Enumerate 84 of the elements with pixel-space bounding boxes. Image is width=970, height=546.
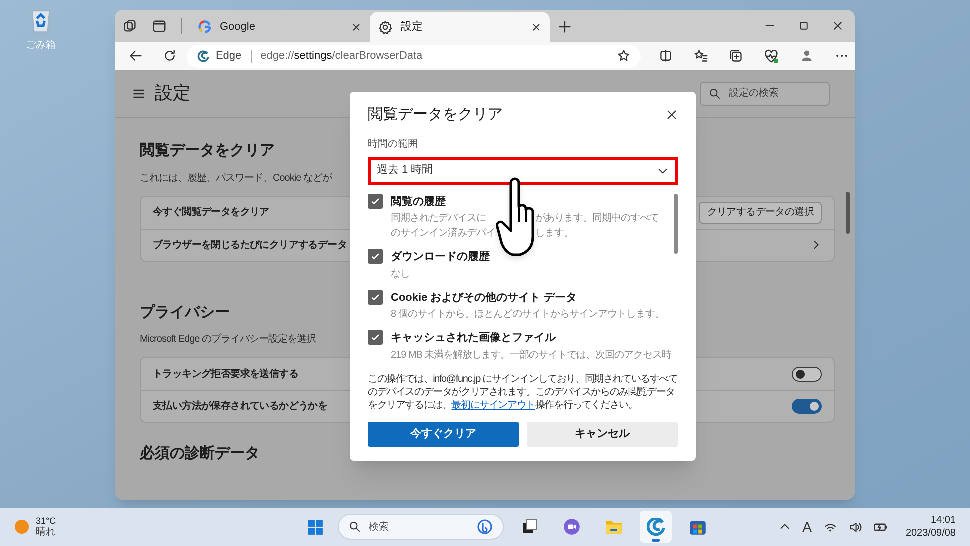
item-description: 219 MB 未満を解放します。一部のサイトでは、次回のアクセス時 xyxy=(391,348,672,362)
maximize-icon[interactable] xyxy=(798,20,810,32)
field-label: 時間の範囲 xyxy=(368,138,418,152)
settings-icon xyxy=(378,20,393,34)
item-description: 8 個のサイトから。ほとんどのサイトからサインアウトします。 xyxy=(391,308,664,322)
temperature: 31°C xyxy=(36,515,56,526)
browser-tab[interactable]: Google xyxy=(190,12,370,42)
dropdown-value: 過去 1 時間 xyxy=(377,163,434,178)
item-description: があります。同期中のすべて xyxy=(536,212,659,226)
item-description: のサインイン済みデバイ xyxy=(391,226,496,241)
checkbox[interactable] xyxy=(368,194,383,208)
section-heading: 閲覧データをクリア xyxy=(140,141,275,161)
address-bar[interactable]: Edge edge://settings/clearBrowserData xyxy=(186,44,641,68)
item-description: 同期されたデバイスに xyxy=(391,212,487,226)
select-data-button[interactable]: クリアするデータの選択 xyxy=(699,202,822,224)
item-title: ダウンロードの履歴 xyxy=(391,250,490,265)
google-logo-icon xyxy=(198,20,212,34)
favorites-icon[interactable] xyxy=(694,49,708,63)
site-label: Edge xyxy=(216,48,242,64)
search-field[interactable]: 設定の検索 xyxy=(700,82,830,106)
clock-time[interactable]: 14:01 xyxy=(930,514,956,527)
item-title: Cookie およびその他のサイト データ xyxy=(391,290,578,306)
search-placeholder: 設定の検索 xyxy=(729,86,779,101)
volume-icon[interactable] xyxy=(848,520,862,534)
toggle-switch[interactable] xyxy=(792,366,822,382)
setting-label: ブラウザーを閉じるたびにクリアするデータ xyxy=(153,238,348,252)
new-tab-icon[interactable] xyxy=(558,20,572,34)
close-icon[interactable] xyxy=(832,20,844,32)
dialog-title: 閲覧データをクリア xyxy=(368,105,503,125)
item-title: 閲覧の履歴 xyxy=(391,194,447,210)
section-heading: 必須の診断データ xyxy=(140,444,260,464)
checkbox[interactable] xyxy=(368,290,383,304)
browser-logo-icon xyxy=(196,50,210,62)
scrollbar-thumb[interactable] xyxy=(674,194,678,254)
collections-icon[interactable] xyxy=(729,49,743,63)
tab-actions-icon[interactable] xyxy=(152,18,167,34)
search-icon xyxy=(349,521,361,533)
sign-out-link[interactable]: 最初にサインアウト xyxy=(452,400,536,410)
check-icon xyxy=(370,251,381,262)
browser-logo-icon xyxy=(647,518,665,536)
item-description: なし xyxy=(391,268,411,282)
tab-title: 設定 xyxy=(401,20,424,35)
close-tab-icon[interactable] xyxy=(531,22,542,32)
notice-text: この操作では、info@func.jp にサインインしており、同期されているすべてのデバイスのデータがクリアされます。このデバイスからのみ閲覧データをクリアするには、最初にサインアウト操作を行ってください。 xyxy=(368,372,678,412)
weather-condition: 晴れ xyxy=(36,527,56,539)
close-tab-icon[interactable] xyxy=(351,22,362,32)
section-heading: プライバシー xyxy=(140,302,230,322)
url-text[interactable]: edge://settings/clearBrowserData xyxy=(260,48,423,64)
split-screen-icon[interactable] xyxy=(659,49,673,63)
chat-assistant-icon[interactable] xyxy=(477,519,493,535)
section-description: これには、履歴、パスワード、Cookie などが xyxy=(140,172,332,186)
item-description: します。 xyxy=(536,227,574,241)
heart-pulse-icon[interactable] xyxy=(764,48,779,64)
setting-label: 支払い方法が保存されているかどうかを xyxy=(153,399,328,414)
back-icon[interactable] xyxy=(129,49,143,63)
section-description: Microsoft Edge のプライバシー設定を選択 xyxy=(140,332,316,347)
time-range-dropdown[interactable]: 過去 1 時間 xyxy=(368,156,678,184)
refresh-icon[interactable] xyxy=(162,49,177,63)
setting-label: トラッキング拒否要求を送信する xyxy=(153,368,299,382)
profile-icon[interactable] xyxy=(800,49,814,63)
cancel-button[interactable]: キャンセル xyxy=(527,422,678,446)
checkbox[interactable] xyxy=(368,249,383,264)
search-icon xyxy=(709,88,721,100)
clock-date[interactable]: 2023/09/08 xyxy=(906,527,956,540)
item-title: キャッシュされた画像とファイル xyxy=(391,331,557,346)
tab-title: Google xyxy=(220,20,256,35)
setting-label: 今すぐ閲覧データをクリア xyxy=(153,206,270,220)
page-title: 設定 xyxy=(155,82,191,105)
input-method-indicator[interactable]: A xyxy=(802,516,812,538)
taskbar-search-field[interactable]: 検索 xyxy=(338,514,504,540)
start-icon[interactable] xyxy=(307,518,324,536)
scrollbar-thumb[interactable] xyxy=(846,192,850,234)
checkbox[interactable] xyxy=(368,330,383,345)
close-icon[interactable] xyxy=(666,109,678,122)
toggle-switch[interactable] xyxy=(792,399,822,414)
clear-now-button[interactable]: 今すぐクリア xyxy=(368,422,519,446)
task-view-icon xyxy=(522,519,538,535)
browser-tab[interactable]: 設定 xyxy=(370,12,550,42)
check-icon xyxy=(370,332,381,343)
video-chat-icon xyxy=(563,518,581,536)
favorite-star-icon[interactable] xyxy=(617,49,631,63)
workspaces-icon[interactable] xyxy=(123,18,138,34)
hand-cursor-icon xyxy=(496,177,536,257)
search-placeholder: 検索 xyxy=(369,520,389,534)
